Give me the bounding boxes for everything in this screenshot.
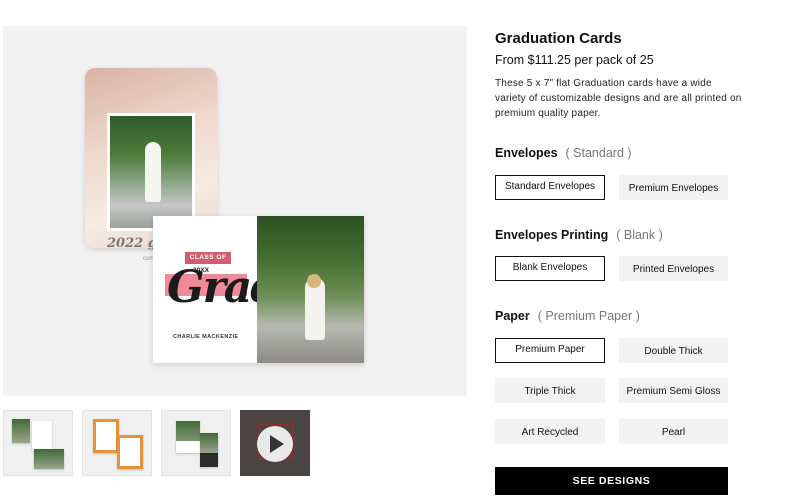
option-triple-thick[interactable]: Triple Thick <box>495 378 605 403</box>
thumbnail-1[interactable] <box>3 410 73 476</box>
envelopes-printing-label: Envelopes Printing <box>495 228 609 242</box>
see-designs-button[interactable]: SEE DESIGNS <box>495 467 728 495</box>
thumbnail-mini-photo <box>12 419 30 443</box>
front-card-preview: Grad CLASS OF 20XX CHARLIE MACKENZIE <box>153 216 364 363</box>
option-premium-paper[interactable]: Premium Paper <box>495 338 605 363</box>
option-double-thick[interactable]: Double Thick <box>619 338 728 363</box>
class-of-banner: CLASS OF <box>185 252 231 264</box>
play-icon[interactable] <box>257 426 293 462</box>
option-premium-envelopes[interactable]: Premium Envelopes <box>619 175 728 200</box>
thumbnail-video[interactable] <box>240 410 310 476</box>
front-card-name: CHARLIE MACKENZIE <box>173 334 239 340</box>
option-standard-envelopes[interactable]: Standard Envelopes <box>495 175 605 200</box>
back-card-figure <box>145 142 161 202</box>
paper-section-label: Paper ( Premium Paper ) <box>495 309 640 323</box>
thumbnail-mini-card <box>176 441 200 453</box>
front-card-text-panel: Grad CLASS OF 20XX CHARLIE MACKENZIE <box>153 216 281 363</box>
front-card-hair <box>307 274 321 288</box>
option-pearl[interactable]: Pearl <box>619 419 728 444</box>
envelopes-selected-value: ( Standard ) <box>565 146 632 160</box>
paper-selected-value: ( Premium Paper ) <box>537 309 640 323</box>
paper-label: Paper <box>495 309 530 323</box>
product-price: From $111.25 per pack of 25 <box>495 53 654 67</box>
front-card-year: 20XX <box>193 267 209 274</box>
option-premium-semi-gloss[interactable]: Premium Semi Gloss <box>619 378 728 403</box>
thumbnail-2[interactable] <box>82 410 152 476</box>
option-printed-envelopes[interactable]: Printed Envelopes <box>619 256 728 281</box>
front-card-photo <box>257 216 364 363</box>
thumbnail-3[interactable] <box>161 410 231 476</box>
thumbnail-mini-card <box>93 419 119 453</box>
option-blank-envelopes[interactable]: Blank Envelopes <box>495 256 605 281</box>
thumbnail-mini-card <box>117 435 143 469</box>
thumbnail-mini-card <box>200 453 218 467</box>
envelopes-printing-section-label: Envelopes Printing ( Blank ) <box>495 228 663 242</box>
product-description: These 5 x 7" flat Graduation cards have … <box>495 78 742 119</box>
envelopes-section-label: Envelopes ( Standard ) <box>495 146 632 160</box>
product-main-image: 2022 graduate com Grad CLASS OF 20XX CHA… <box>3 26 467 396</box>
thumbnail-mini-photo <box>200 433 218 453</box>
envelopes-printing-selected-value: ( Blank ) <box>616 228 663 242</box>
envelopes-label: Envelopes <box>495 146 558 160</box>
option-art-recycled[interactable]: Art Recycled <box>495 419 605 444</box>
thumbnail-mini-card <box>32 421 52 451</box>
thumbnail-mini-photo <box>34 449 64 469</box>
product-title: Graduation Cards <box>495 30 622 47</box>
